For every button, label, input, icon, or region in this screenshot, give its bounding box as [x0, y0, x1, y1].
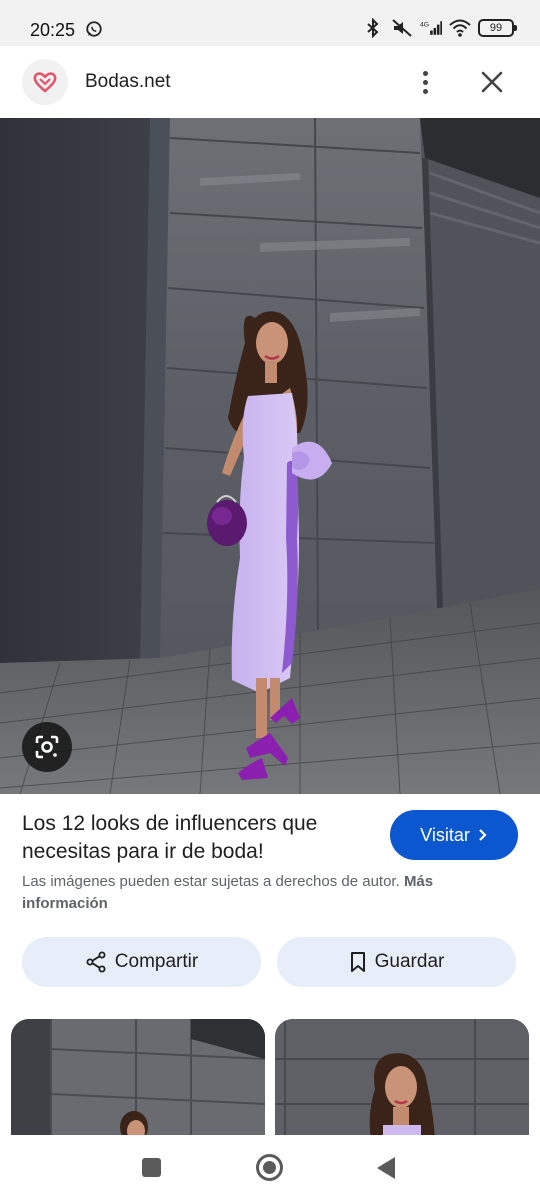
copyright-notice: Las imágenes pueden estar sujetas a dere… [22, 871, 482, 915]
copyright-text: Las imágenes pueden estar sujetas a dere… [22, 873, 400, 890]
heart-logo-icon [33, 72, 57, 93]
save-button[interactable]: Guardar [277, 937, 516, 987]
system-nav-bar [0, 1135, 540, 1200]
mute-icon [392, 19, 412, 37]
svg-text:4G: 4G [420, 21, 429, 28]
photo-woman-lilac-dress [0, 118, 540, 794]
recents-button[interactable] [142, 1158, 161, 1177]
site-name[interactable]: Bodas.net [85, 71, 171, 93]
share-icon [86, 951, 106, 973]
status-icons: 4G 99 [362, 18, 517, 38]
home-button[interactable] [256, 1154, 283, 1181]
share-button[interactable]: Compartir [22, 937, 261, 987]
wifi-icon [449, 19, 471, 37]
save-label: Guardar [374, 951, 445, 972]
bluetooth-icon [367, 18, 379, 38]
google-lens-button[interactable] [22, 722, 72, 772]
share-label: Compartir [114, 951, 199, 972]
status-time: 20:25 [30, 20, 76, 40]
more-options-button[interactable] [412, 66, 438, 98]
thumbnail-photo [11, 1019, 265, 1139]
main-image[interactable] [0, 118, 540, 794]
bookmark-icon [350, 952, 365, 972]
back-button[interactable] [377, 1157, 395, 1179]
google-lens-icon [35, 735, 59, 759]
site-logo[interactable] [22, 59, 68, 105]
related-image-1[interactable] [11, 1019, 265, 1139]
whatsapp-icon [86, 21, 102, 37]
chevron-right-icon [479, 829, 487, 841]
related-image-2[interactable] [275, 1019, 529, 1139]
status-bar: 20:25 4G 99 [0, 0, 540, 46]
more-vert-icon [422, 70, 428, 76]
result-title[interactable]: Los 12 looks de influencers que necesita… [22, 810, 372, 866]
thumbnail-photo [275, 1019, 529, 1139]
battery-icon: 99 [478, 19, 517, 37]
visit-label: Visitar [420, 824, 470, 845]
visit-button[interactable]: Visitar [390, 810, 518, 860]
app-header: Bodas.net [0, 46, 540, 118]
close-icon[interactable] [476, 66, 508, 98]
signal-icon: 4G [420, 21, 442, 35]
